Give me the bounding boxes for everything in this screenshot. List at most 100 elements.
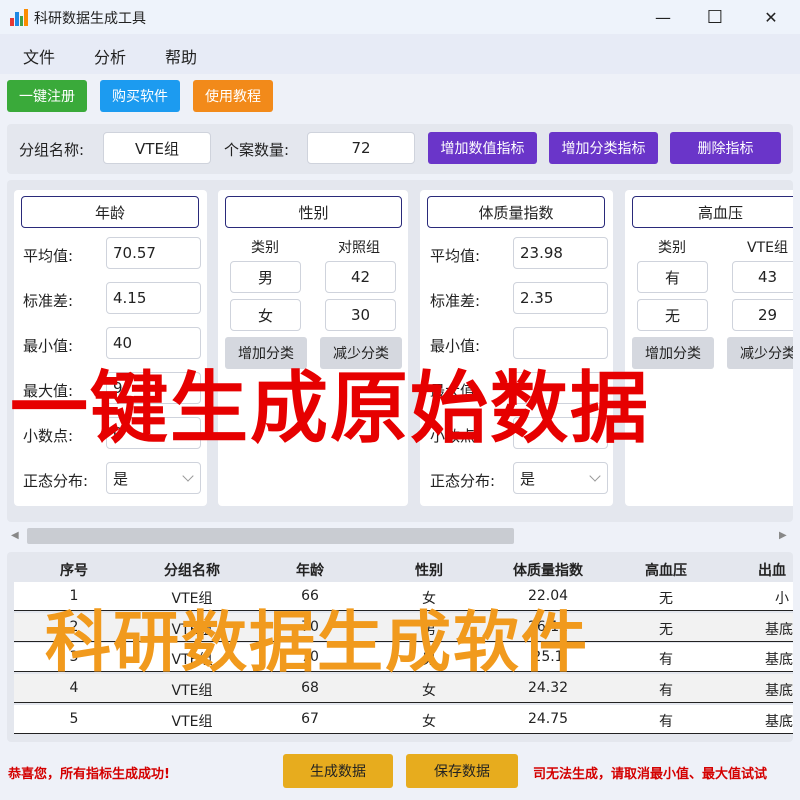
- hint-message: 司无法生成，请取消最小值、最大值试试: [533, 767, 768, 782]
- table-cell: 基底: [765, 714, 793, 730]
- normal-value: 是: [113, 469, 129, 488]
- delete-indicator-button[interactable]: 删除指标: [670, 132, 781, 164]
- normal-label: 正态分布:: [430, 472, 496, 490]
- menu-help[interactable]: 帮助: [165, 44, 197, 68]
- indicator-card-sex: 性别 类别 对照组 男 42 女 30 增加分类 减少分类: [218, 190, 408, 506]
- column-header: 出血: [758, 563, 786, 579]
- chevron-down-icon: [182, 470, 194, 482]
- category-column-header: 类别: [251, 240, 279, 256]
- table-cell: 基底: [765, 622, 793, 638]
- min-input[interactable]: [513, 327, 608, 359]
- column-header: 体质量指数: [513, 563, 583, 579]
- column-header: 年龄: [296, 563, 324, 579]
- menu-analysis[interactable]: 分析: [94, 44, 126, 68]
- table-cell: VTE组: [171, 683, 213, 699]
- category-input[interactable]: 男: [230, 261, 301, 293]
- indicator-card-bmi: 体质量指数 平均值: 23.98 标准差: 2.35 最小值: 最大值: 小数点…: [420, 190, 613, 506]
- sd-input[interactable]: 4.15: [106, 282, 201, 314]
- group-name-label: 分组名称:: [19, 141, 85, 159]
- mean-input[interactable]: 70.57: [106, 237, 201, 269]
- buy-button[interactable]: 购买软件: [100, 80, 180, 112]
- promo-banner-software: 科研数据生成软件: [45, 604, 589, 681]
- group-column-header: 对照组: [338, 240, 380, 256]
- normal-select[interactable]: 是: [106, 462, 201, 494]
- normal-label: 正态分布:: [23, 472, 89, 490]
- indicator-card-age: 年龄 平均值: 70.57 标准差: 4.15 最小值: 40 最大值: 9 小…: [14, 190, 207, 506]
- count-input[interactable]: 42: [325, 261, 396, 293]
- table-cell: 有: [659, 714, 673, 730]
- column-header: 性别: [415, 563, 443, 579]
- category-input[interactable]: 女: [230, 299, 301, 331]
- min-label: 最小值:: [23, 337, 74, 355]
- category-input[interactable]: 有: [637, 261, 708, 293]
- table-cell: 66: [301, 588, 319, 604]
- title-bar: 科研数据生成工具 — ☐ ✕: [0, 0, 800, 34]
- table-cell: 24.32: [527, 680, 569, 696]
- group-column-header: VTE组: [747, 240, 788, 256]
- count-input[interactable]: 30: [325, 299, 396, 331]
- remove-category-button[interactable]: 减少分类: [727, 337, 793, 369]
- table-cell: 有: [659, 652, 673, 668]
- table-row[interactable]: 5 VTE组 67 女 24.75 有 基底: [14, 705, 793, 734]
- table-cell: 22.04: [527, 588, 569, 604]
- add-numeric-indicator-button[interactable]: 增加数值指标: [428, 132, 537, 164]
- indicator-title[interactable]: 性别: [225, 196, 402, 228]
- scroll-left-arrow-icon[interactable]: ◀: [11, 530, 19, 541]
- indicator-title[interactable]: 年龄: [21, 196, 199, 228]
- generate-data-button[interactable]: 生成数据: [283, 754, 393, 788]
- category-column-header: 类别: [658, 240, 686, 256]
- mean-input[interactable]: 23.98: [513, 237, 608, 269]
- indicator-area: 年龄 平均值: 70.57 标准差: 4.15 最小值: 40 最大值: 9 小…: [7, 180, 793, 522]
- normal-select[interactable]: 是: [513, 462, 608, 494]
- scroll-right-arrow-icon[interactable]: ▶: [779, 530, 787, 541]
- indicator-card-hypertension: 高血压 类别 VTE组 有 43 无 29 增加分类 减少分类: [625, 190, 793, 506]
- table-cell: 1: [69, 588, 79, 604]
- register-button[interactable]: 一键注册: [7, 80, 87, 112]
- table-cell: 基底: [765, 683, 793, 699]
- promo-banner-generate: 一键生成原始数据: [10, 364, 651, 454]
- count-input[interactable]: 43: [732, 261, 793, 293]
- indicator-title[interactable]: 体质量指数: [427, 196, 605, 228]
- count-input[interactable]: 29: [732, 299, 793, 331]
- min-label: 最小值:: [430, 337, 481, 355]
- table-cell: 无: [659, 622, 673, 638]
- mean-label: 平均值:: [23, 247, 74, 265]
- tutorial-button[interactable]: 使用教程: [193, 80, 273, 112]
- column-header: 分组名称: [164, 563, 220, 579]
- table-cell: 女: [422, 683, 436, 699]
- table-cell: VTE组: [171, 714, 213, 730]
- column-header: 高血压: [645, 563, 687, 579]
- window-title: 科研数据生成工具: [34, 11, 146, 27]
- table-cell: 67: [301, 711, 319, 727]
- maximize-button[interactable]: ☐: [692, 4, 738, 30]
- mean-label: 平均值:: [430, 247, 481, 265]
- case-count-label: 个案数量:: [224, 141, 290, 159]
- indicator-title[interactable]: 高血压: [632, 196, 793, 228]
- minimize-button[interactable]: —: [640, 4, 686, 30]
- menu-bar: 文件 分析 帮助: [0, 34, 800, 74]
- table-cell: 有: [659, 683, 673, 699]
- sd-label: 标准差:: [430, 292, 481, 310]
- case-count-input[interactable]: 72: [307, 132, 415, 164]
- min-input[interactable]: 40: [106, 327, 201, 359]
- save-data-button[interactable]: 保存数据: [406, 754, 518, 788]
- table-cell: 女: [422, 714, 436, 730]
- table-cell: 4: [69, 680, 79, 696]
- table-cell: 24.75: [527, 711, 569, 727]
- table-cell: 5: [69, 711, 79, 727]
- scroll-thumb[interactable]: [27, 528, 514, 544]
- column-header: 序号: [60, 563, 88, 579]
- category-input[interactable]: 无: [637, 299, 708, 331]
- table-cell: 基底: [765, 652, 793, 668]
- sd-label: 标准差:: [23, 292, 74, 310]
- chevron-down-icon: [589, 470, 601, 482]
- sd-input[interactable]: 2.35: [513, 282, 608, 314]
- table-cell: 小: [775, 591, 789, 607]
- horizontal-scrollbar[interactable]: ◀ ▶: [7, 526, 793, 546]
- close-button[interactable]: ✕: [748, 4, 794, 30]
- table-cell: 无: [659, 591, 673, 607]
- app-chart-icon: [10, 8, 28, 26]
- add-category-indicator-button[interactable]: 增加分类指标: [549, 132, 658, 164]
- group-name-input[interactable]: VTE组: [103, 132, 211, 164]
- menu-file[interactable]: 文件: [23, 44, 55, 68]
